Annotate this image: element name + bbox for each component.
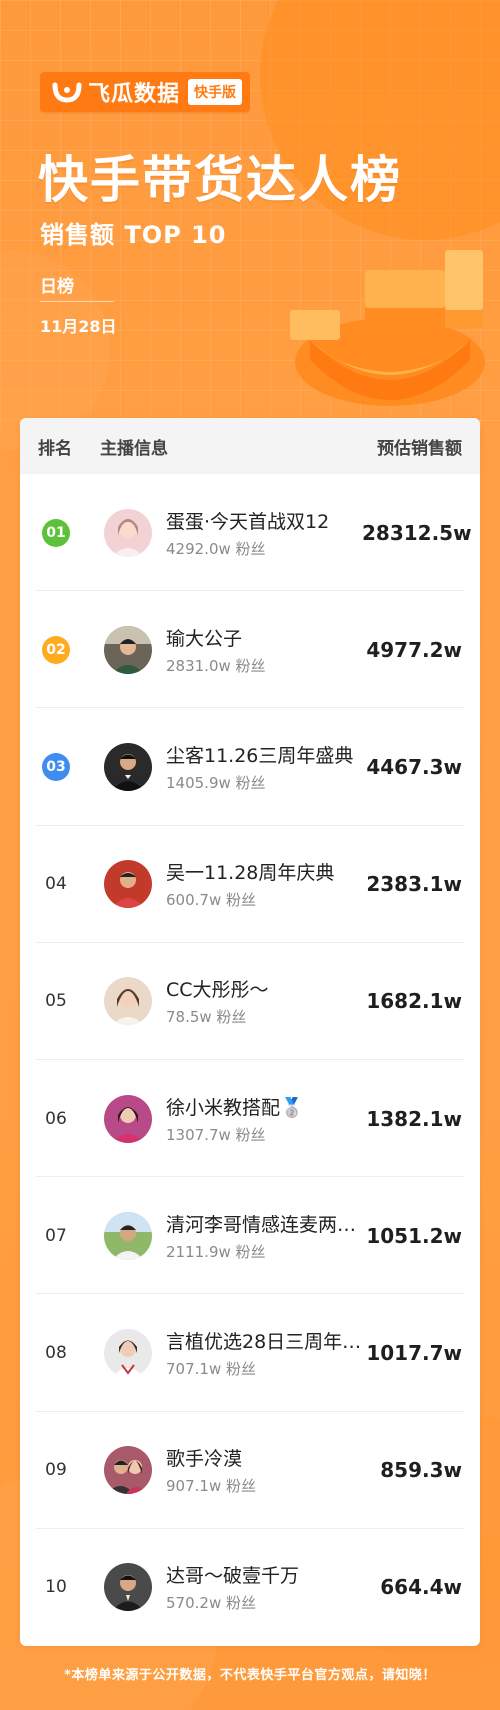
page-title: 快手带货达人榜: [38, 151, 402, 209]
3d-logo-decoration: [290, 250, 485, 406]
brand-badge: 飞瓜数据 快手版: [40, 72, 251, 112]
fans-count: 707.1w 粉丝: [166, 1359, 256, 1378]
avatar[interactable]: [104, 508, 152, 557]
avatar[interactable]: [104, 1094, 152, 1143]
streamer-name[interactable]: 尘客11.26三周年盛典: [166, 741, 362, 768]
rank-number: 09: [45, 1460, 67, 1481]
period-label: 日榜: [40, 277, 74, 297]
header-info: 主播信息: [100, 438, 168, 459]
streamer-name[interactable]: 歌手冷漠: [166, 1444, 362, 1471]
avatar[interactable]: [104, 1211, 152, 1260]
streamer-name[interactable]: 吴一11.28周年庆典: [166, 858, 362, 885]
table-row[interactable]: 05 CC大彤彤～ 78.5w 粉丝 1682.1w: [20, 943, 480, 1061]
sales-value: 4977.2w: [366, 637, 462, 662]
table-row[interactable]: 08 言植优选28日三周年… 707.1w 粉丝 1017.7w: [20, 1294, 480, 1412]
avatar[interactable]: [104, 1446, 152, 1495]
table-row[interactable]: 09 歌手冷漠 907.1w 粉丝 859.3w: [20, 1412, 480, 1529]
ranking-card: 排名 主播信息 预估销售额 01 蛋蛋·今天首战双12 4292.0w 粉丝 2…: [20, 418, 480, 1646]
ranking-list: 01 蛋蛋·今天首战双12 4292.0w 粉丝 28312.5w 02 瑜大公…: [20, 474, 480, 1646]
table-row[interactable]: 10 达哥～破壹千万 570.2w 粉丝 664.4w: [20, 1529, 480, 1646]
fans-count: 1405.9w 粉丝: [166, 773, 266, 792]
avatar[interactable]: [104, 625, 152, 674]
rank-number: 08: [45, 1342, 67, 1363]
streamer-name[interactable]: 蛋蛋·今天首战双12: [166, 507, 362, 534]
rank-badge-gold: 01: [42, 518, 70, 547]
avatar[interactable]: [104, 1563, 152, 1612]
rank-badge-bronze: 03: [42, 752, 70, 781]
streamer-name[interactable]: 达哥～破壹千万: [166, 1561, 362, 1588]
rank-badge-silver: 02: [42, 635, 70, 664]
table-row[interactable]: 03 尘客11.26三周年盛典 1405.9w 粉丝 4467.3w: [20, 708, 480, 826]
sales-value: 28312.5w: [362, 520, 472, 545]
streamer-name[interactable]: 言植优选28日三周年…: [166, 1327, 362, 1354]
date-label: 11月28日: [40, 317, 117, 336]
sales-value: 664.4w: [380, 1575, 462, 1600]
fans-count: 570.2w 粉丝: [166, 1594, 256, 1613]
avatar[interactable]: [104, 977, 152, 1026]
streamer-name[interactable]: 徐小米教搭配🥈: [166, 1093, 362, 1120]
table-row[interactable]: 02 瑜大公子 2831.0w 粉丝 4977.2w: [20, 591, 480, 709]
table-row[interactable]: 01 蛋蛋·今天首战双12 4292.0w 粉丝 28312.5w: [20, 474, 480, 592]
avatar[interactable]: [104, 860, 152, 909]
sales-value: 1051.2w: [366, 1223, 462, 1248]
rank-number: 10: [45, 1577, 67, 1598]
rank-number: 05: [45, 991, 67, 1012]
page-subtitle: 销售额 TOP 10: [40, 221, 227, 249]
sales-value: 859.3w: [380, 1458, 462, 1483]
table-row[interactable]: 06 徐小米教搭配🥈 1307.7w 粉丝 1382.1w: [20, 1060, 480, 1178]
brand-tag: 快手版: [188, 79, 243, 105]
rank-number: 07: [45, 1225, 67, 1246]
fans-count: 1307.7w 粉丝: [166, 1125, 266, 1144]
rank-number: 06: [45, 1108, 67, 1129]
sales-value: 2383.1w: [366, 872, 462, 897]
fans-count: 78.5w 粉丝: [166, 1008, 247, 1027]
feigua-logo-icon: [52, 82, 82, 103]
table-row[interactable]: 07 清河李哥情感连麦两… 2111.9w 粉丝 1051.2w: [20, 1177, 480, 1295]
header-rank: 排名: [38, 438, 72, 459]
table-header: 排名 主播信息 预估销售额: [20, 418, 480, 474]
sales-value: 4467.3w: [366, 754, 462, 779]
fans-count: 2111.9w 粉丝: [166, 1242, 266, 1261]
streamer-name[interactable]: CC大彤彤～: [166, 975, 362, 1002]
sales-value: 1682.1w: [366, 989, 462, 1014]
disclaimer: *本榜单来源于公开数据，不代表快手平台官方观点，请知晓！: [64, 1668, 436, 1683]
fans-count: 907.1w 粉丝: [166, 1477, 256, 1496]
header-sales: 预估销售额: [377, 438, 462, 459]
sales-value: 1017.7w: [366, 1340, 462, 1365]
rank-number: 04: [45, 874, 67, 895]
sales-value: 1382.1w: [366, 1106, 462, 1131]
fans-count: 600.7w 粉丝: [166, 891, 256, 910]
streamer-name[interactable]: 瑜大公子: [166, 624, 362, 651]
brand-name: 飞瓜数据: [88, 82, 181, 107]
table-row[interactable]: 04 吴一11.28周年庆典 600.7w 粉丝 2383.1w: [20, 826, 480, 943]
streamer-name[interactable]: 清河李哥情感连麦两…: [166, 1210, 362, 1237]
avatar[interactable]: [104, 742, 152, 791]
fans-count: 2831.0w 粉丝: [166, 656, 266, 675]
divider: [40, 301, 114, 302]
fans-count: 4292.0w 粉丝: [166, 539, 266, 558]
avatar[interactable]: [104, 1328, 152, 1377]
